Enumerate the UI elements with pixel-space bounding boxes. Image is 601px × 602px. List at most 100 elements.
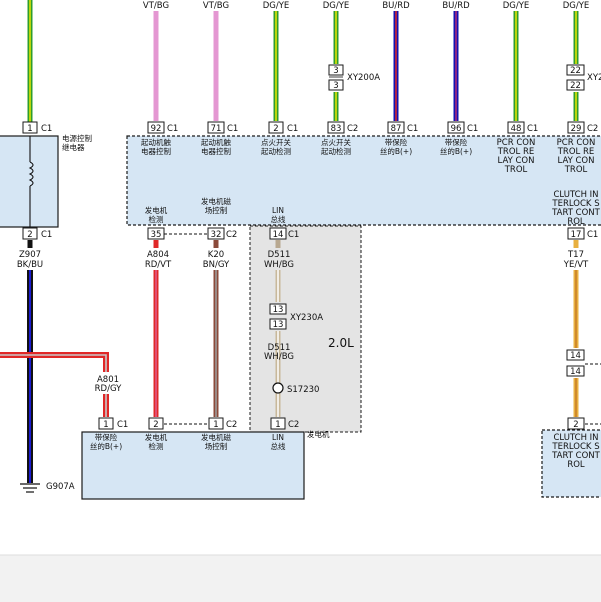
ecm-label-96-a: 带保险 [445,137,468,147]
xy230a-pin-bottom: 13 [273,320,284,330]
ecm-label-87-a: 带保险 [385,137,408,147]
conn-c1-relay-bottom: C1 [41,230,52,240]
gen-label-1-b: 丝的B(+) [90,441,122,451]
xy200a-label: XY200A [347,73,380,83]
ecm-label-87-b: 丝的B(+) [380,146,412,156]
conn-c1-relay: C1 [41,124,52,134]
xy230a-pin-top: 13 [273,305,284,315]
generator-title: 发电机 [307,429,330,439]
conn-c1-2: C1 [287,124,298,134]
wire-t17-color: YE/VT [563,260,589,270]
ecm-label-83-b: 起动检测 [321,146,351,156]
ecm-label-83-a: 点火开关 [321,137,351,147]
ecm-label-35-a: 发电机 [145,205,168,215]
xy2-pin-top: 22 [570,66,581,76]
ecm-label-96-b: 丝的B(+) [440,146,472,156]
ecm-label-92-b: 电器控制 [141,146,171,156]
xy200a-pin-bottom: 3 [333,81,338,91]
ecm-label-29-d: TROL [564,165,588,175]
ecm-label-71-a: 起动机触 [201,137,231,147]
ecm-label-17-d: ROL [567,217,585,227]
conn-c1-gen: C1 [117,420,128,430]
wire-d511-b-color: WH/BG [264,352,294,362]
relay-label-1: 电源控制 [62,133,92,143]
wire-d511-a-id: D511 [268,250,291,260]
ecm-label-71-b: 电器控制 [201,146,231,156]
ecm-label-48-d: TROL [504,165,528,175]
ecm-label-14-b: 总线 [271,214,286,224]
wire-a804-id: A804 [147,250,169,260]
pin-83: 83 [331,124,342,134]
conn-c1-48: C1 [527,124,538,134]
wire-code-dg-ye-4: DG/YE [563,1,590,11]
pin-92: 92 [151,124,162,134]
ecm-label-35-b: 检测 [149,214,164,224]
ecm-label-32-b: 场控制 [205,205,228,215]
pin-2-clutch: 2 [573,420,578,430]
ecm-label-2-b: 起动检测 [261,146,291,156]
wire-a801-color: RD/GY [95,384,122,394]
wire-k20-id: K20 [208,250,224,260]
pin-2-relay: 2 [27,230,32,240]
xy200a-pin-top: 3 [333,66,338,76]
gen-label-2-b: 检测 [149,441,164,451]
conn-c2-gen-lin: C2 [288,420,299,430]
pin-1-relay: 1 [27,124,32,134]
ground-label: G907A [46,482,75,492]
wire-code-dg-ye-2: DG/YE [323,1,350,11]
ecm-label-2-a: 点火开关 [261,137,291,147]
splice-point [272,382,284,394]
wiring-diagram: VT/BG VT/BG DG/YE DG/YE BU/RD BU/RD DG/Y… [0,0,601,602]
wire-code-bu-rd-1: BU/RD [382,1,410,11]
wire-z907-color: BK/BU [17,260,43,270]
gen-label-3-a: 发电机磁 [201,432,231,442]
xy2-label: XY2 [587,73,601,83]
pin-1d-gen: 1 [275,420,280,430]
pin-71: 71 [211,124,222,134]
gen-label-3-b: 场控制 [205,441,228,451]
ecm-label-14-a: LIN [272,206,284,215]
conn-c1-17: C1 [587,230,598,240]
wire-z907-id: Z907 [19,250,41,260]
conn-c2-83: C2 [347,124,358,134]
c14-pin-top: 14 [570,351,581,361]
c14-pin-bottom: 14 [570,367,581,377]
conn-c1-14: C1 [288,230,299,240]
pin-2: 2 [273,124,278,134]
ecm-label-32-a: 发电机磁 [201,196,231,206]
conn-c1-96: C1 [467,124,478,134]
conn-c1-92: C1 [167,124,178,134]
pin-48: 48 [511,124,522,134]
pin-35: 35 [151,230,162,240]
ground-symbol [20,483,40,493]
wire-d511-a-color: WH/BG [264,260,294,270]
conn-c2-32: C2 [226,230,237,240]
relay-label-2: 继电器 [62,142,85,152]
wire-code-dg-ye-1: DG/YE [263,1,290,11]
ecm-label-92-a: 起动机触 [141,137,171,147]
splice-label: S17230 [287,385,319,395]
pin-87: 87 [391,124,402,134]
wire-code-vt-bg-1: VT/BG [143,1,169,11]
xy2-pin-bottom: 22 [570,81,581,91]
power-relay-box [0,135,59,228]
wire-a804-color: RD/VT [145,260,172,270]
gen-label-4-a: LIN [272,433,284,442]
wire-code-dg-ye-3: DG/YE [503,1,530,11]
pin-14: 14 [273,230,284,240]
pin-32: 32 [211,230,222,240]
wire-t17-id: T17 [567,250,584,260]
pin-1-gen: 1 [103,420,108,430]
pin-2-gen: 2 [153,420,158,430]
pin-17: 17 [571,230,582,240]
pin-96: 96 [451,124,462,134]
conn-c1-87: C1 [407,124,418,134]
pin-1c-gen: 1 [213,420,218,430]
wire-a801 [0,352,109,417]
gen-label-2-a: 发电机 [145,432,168,442]
footer-strip [0,555,601,602]
wire-k20-color: BN/GY [203,260,230,270]
conn-c2-29: C2 [587,124,598,134]
conn-c2-gen: C2 [226,420,237,430]
wire-code-vt-bg-2: VT/BG [203,1,229,11]
